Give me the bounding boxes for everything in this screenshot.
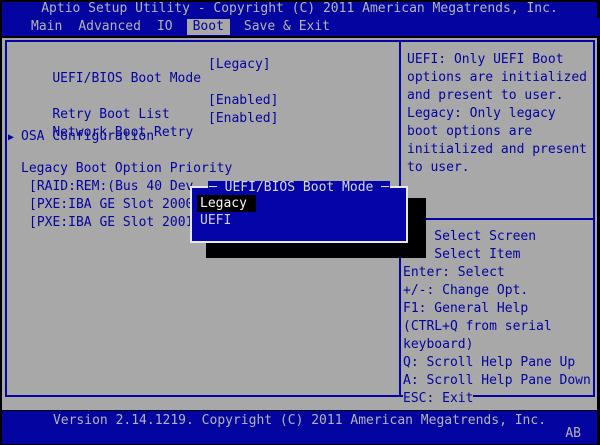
app-title-bar: Aptio Setup Utility - Copyright (C) 2011…: [2, 2, 597, 18]
key-hint: A: Scroll Help Pane Down: [403, 373, 591, 392]
tab-advanced[interactable]: Advanced: [76, 19, 143, 35]
footer-bar: Version 2.14.1219. Copyright (C) 2011 Am…: [2, 410, 597, 444]
key-hint: keyboard): [403, 337, 591, 356]
key-hint-text: A: Scroll Help Pane Down: [403, 373, 591, 388]
option-label: UEFI/BIOS Boot Mode: [52, 71, 202, 86]
option-network-boot-retry[interactable]: Network Boot Retry: [21, 112, 193, 140]
key-hint: Select Item: [403, 247, 591, 266]
option-boot-mode-value[interactable]: [Legacy]: [208, 58, 271, 72]
key-hint: F1: General Help: [403, 301, 591, 320]
tab-save-exit[interactable]: Save & Exit: [242, 19, 332, 35]
tab-main[interactable]: Main: [29, 19, 64, 35]
bios-setup-screen: Aptio Setup Utility - Copyright (C) 2011…: [0, 0, 600, 445]
popup-title: ─ UEFI/BIOS Boot Mode ─: [207, 180, 391, 195]
tab-boot[interactable]: Boot: [186, 19, 230, 35]
option-retry-boot-list-value[interactable]: [Enabled]: [208, 94, 278, 108]
key-hint: ESC: Exit: [403, 391, 591, 410]
key-hint: Enter: Select: [403, 265, 591, 284]
option-boot-mode[interactable]: UEFI/BIOS Boot Mode: [21, 58, 201, 86]
version-text: Version 2.14.1219. Copyright (C) 2011 Am…: [52, 413, 547, 428]
boot-entry-raid[interactable]: [RAID:REM:(Bus 40 Dev: [29, 180, 193, 194]
submenu-arrow-icon: ▶: [8, 132, 15, 143]
key-hint-text: (CTRL+Q from serial: [403, 319, 552, 334]
popup-option-uefi[interactable]: UEFI: [197, 214, 402, 231]
help-text: UEFI: Only UEFI Boot options are initial…: [407, 52, 588, 175]
key-hint: Q: Scroll Help Pane Up: [403, 355, 591, 374]
submenu-osa-configuration[interactable]: OSA Configuration: [21, 130, 154, 144]
boot-mode-popup: ─ UEFI/BIOS Boot Mode ─ Legacy UEFI: [190, 181, 408, 243]
option-retry-boot-list[interactable]: Retry Boot List: [21, 94, 169, 122]
boot-entry-pxe-2000[interactable]: [PXE:IBA GE Slot 2000: [29, 198, 193, 212]
key-hint-text: Enter: Select: [403, 265, 505, 280]
key-hint: (CTRL+Q from serial: [403, 319, 591, 338]
key-hint-text: keyboard): [403, 337, 474, 352]
popup-option-label: Legacy: [197, 195, 256, 212]
key-hint: +/-: Change Opt.: [403, 283, 591, 302]
key-hint-text: Q: Scroll Help Pane Up: [403, 355, 576, 370]
key-hint-text: +/-: Change Opt.: [403, 283, 529, 298]
menu-bar: Main Advanced IO Boot Save & Exit: [2, 18, 600, 38]
app-title: Aptio Setup Utility - Copyright (C) 2011…: [41, 1, 558, 16]
footer-corner-label: AB: [565, 426, 581, 441]
key-hint-text: ESC: Exit: [403, 391, 474, 406]
popup-options: Legacy UEFI: [197, 195, 402, 231]
help-keys-divider: [401, 218, 593, 220]
key-hint: Select Screen: [403, 229, 591, 248]
key-hint-text: F1: General Help: [403, 301, 529, 316]
tab-io[interactable]: IO: [155, 19, 175, 35]
section-title-legacy-priority: Legacy Boot Option Priority: [21, 161, 233, 176]
boot-entry-pxe-2001[interactable]: [PXE:IBA GE Slot 2001: [29, 216, 193, 230]
popup-option-label: UEFI: [200, 213, 232, 228]
option-network-boot-retry-value[interactable]: [Enabled]: [208, 112, 278, 126]
key-hints-panel: Select Screen Select Item Enter: Select …: [403, 229, 591, 410]
